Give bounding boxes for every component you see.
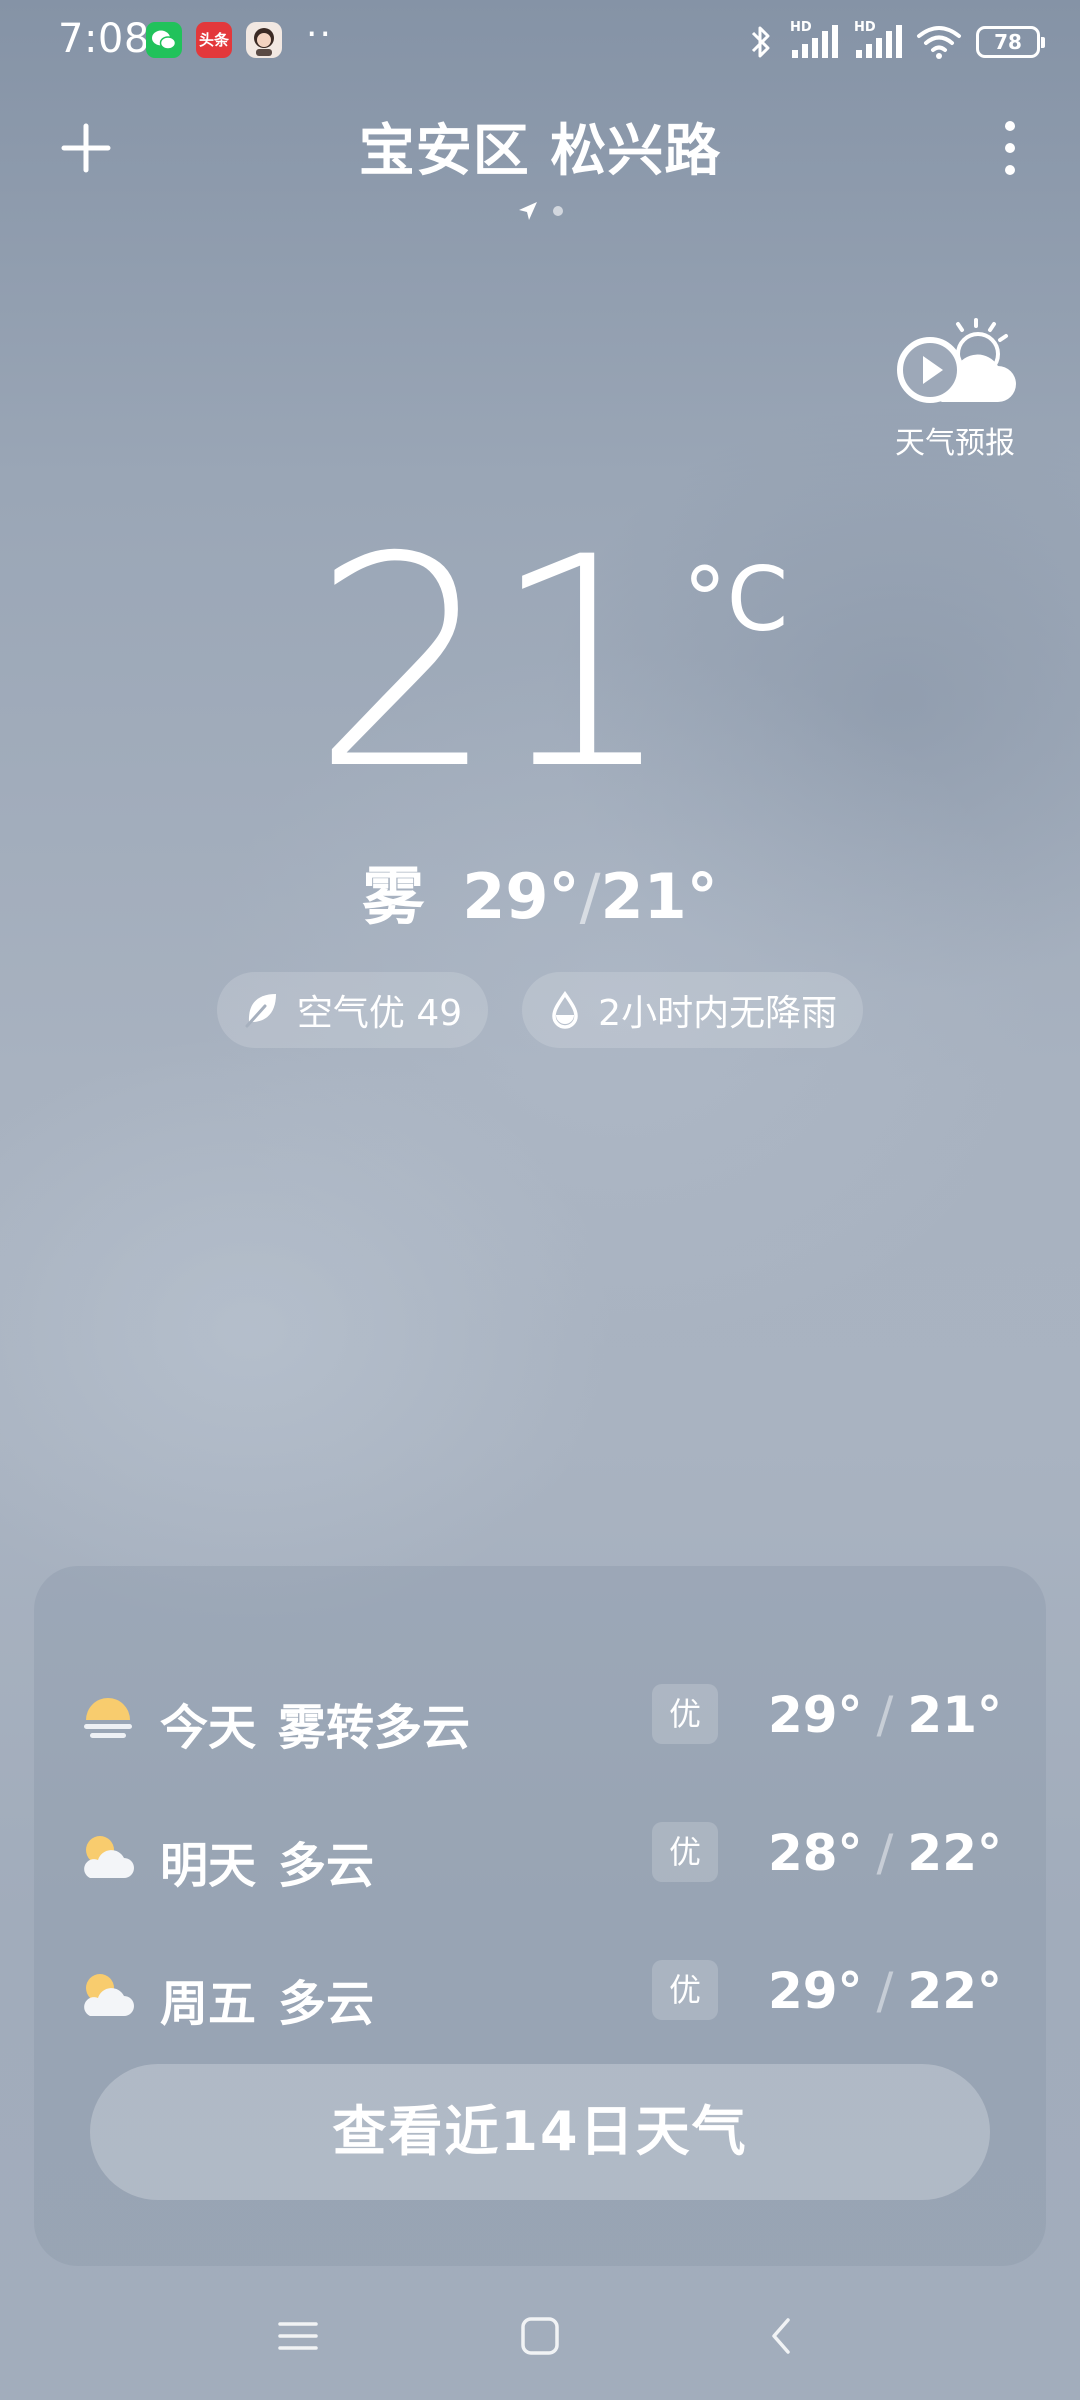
more-vertical-icon xyxy=(1005,121,1015,175)
back-chevron-icon xyxy=(772,2318,790,2354)
forecast-temps: 29°/22° xyxy=(768,1962,1002,2020)
play-sun-cloud-icon xyxy=(897,318,1016,403)
home-square-icon xyxy=(521,2317,559,2355)
forecast-condition: 多云 xyxy=(278,1838,375,1894)
rain-forecast-chip[interactable]: 2小时内无降雨 xyxy=(522,972,864,1048)
avatar-icon xyxy=(246,22,282,58)
home-button[interactable] xyxy=(516,2312,564,2360)
city-page-indicator xyxy=(0,200,1080,222)
signal-hd-label-2: HD xyxy=(854,20,876,35)
daily-forecast-card: 今天 雾转多云 优 29°/21° 明天 多云 优 28°/22° 周五 多云 … xyxy=(34,1566,1046,2266)
weather-forecast-video-button[interactable]: 天气预报 xyxy=(890,318,1020,462)
page-dot xyxy=(553,206,563,216)
more-notifications-icon: ·· xyxy=(306,14,333,55)
today-high: 29° xyxy=(462,860,580,933)
forecast-condition: 多云 xyxy=(278,1976,375,2032)
today-low: 21° xyxy=(600,860,718,933)
aqi-badge: 优 xyxy=(652,1960,718,2020)
forecast-temps: 29°/21° xyxy=(768,1686,1002,1744)
weather-forecast-label: 天气预报 xyxy=(895,426,1015,461)
toutiao-icon: 头条 xyxy=(196,22,232,58)
forecast-high: 28° xyxy=(767,1824,863,1882)
forecast-row-tomorrow[interactable]: 明天 多云 优 28°/22° xyxy=(34,1810,1046,1900)
location-title[interactable]: 宝安区 松兴路 xyxy=(0,106,1080,187)
current-temperature: 21 °C xyxy=(0,520,1080,810)
bluetooth-icon xyxy=(751,26,770,58)
forecast-high: 29° xyxy=(767,1962,863,2020)
high-low-separator: / xyxy=(579,860,601,933)
info-chips: 空气优 49 2小时内无降雨 xyxy=(0,972,1080,1048)
air-quality-chip[interactable]: 空气优 49 xyxy=(216,972,489,1048)
aqi-badge: 优 xyxy=(652,1822,718,1882)
partly-cloudy-icon xyxy=(80,1970,136,2020)
temp-separator: / xyxy=(876,1824,894,1882)
leaf-icon xyxy=(245,994,276,1028)
forecast-low: 22° xyxy=(907,1824,1002,1882)
menu-lines-icon xyxy=(278,2322,318,2350)
fog-icon xyxy=(80,1694,136,1744)
forecast-row-today[interactable]: 今天 雾转多云 优 29°/21° xyxy=(34,1672,1046,1762)
temperature-unit: °C xyxy=(682,548,789,651)
forecast-temps: 28°/22° xyxy=(768,1824,1002,1882)
signal-hd-label-1: HD xyxy=(790,20,812,35)
forecast-day: 明天 xyxy=(160,1838,257,1894)
more-options-button[interactable] xyxy=(998,118,1022,178)
air-quality-text: 空气优 49 xyxy=(296,993,463,1034)
wifi-icon xyxy=(917,26,961,59)
view-14-day-forecast-button[interactable]: 查看近14日天气 xyxy=(90,2064,990,2200)
forecast-low: 22° xyxy=(907,1962,1002,2020)
partly-cloudy-icon xyxy=(80,1832,136,1882)
aqi-badge: 优 xyxy=(652,1684,718,1744)
forecast-day: 今天 xyxy=(160,1700,257,1756)
current-condition: 雾 xyxy=(362,860,425,933)
status-time: 7:08 xyxy=(58,16,150,62)
temp-separator: / xyxy=(876,1686,894,1744)
forecast-low: 21° xyxy=(907,1686,1002,1744)
forecast-condition: 雾转多云 xyxy=(278,1700,471,1756)
battery-indicator: 78 xyxy=(976,26,1045,58)
wechat-icon xyxy=(146,22,182,58)
status-indicators: HD HD 78 xyxy=(748,18,1045,66)
system-navigation-bar xyxy=(0,2300,1080,2372)
forecast-row-friday[interactable]: 周五 多云 优 29°/22° xyxy=(34,1948,1046,2038)
forecast-high: 29° xyxy=(767,1686,863,1744)
status-bar: 7:08 头条 ·· HD HD 78 xyxy=(0,0,1080,84)
back-button[interactable] xyxy=(758,2312,806,2360)
location-arrow-icon xyxy=(519,202,537,220)
rain-forecast-text: 2小时内无降雨 xyxy=(598,993,838,1034)
signal-icon-1: HD xyxy=(788,20,838,62)
recent-apps-button[interactable] xyxy=(274,2312,322,2360)
forecast-day: 周五 xyxy=(160,1976,257,2032)
signal-icon-2: HD xyxy=(852,20,902,62)
temperature-value: 21 xyxy=(311,496,675,833)
water-drop-icon xyxy=(552,991,578,1029)
condition-summary: 雾 29°/21° xyxy=(0,846,1080,936)
temp-separator: / xyxy=(876,1962,894,2020)
